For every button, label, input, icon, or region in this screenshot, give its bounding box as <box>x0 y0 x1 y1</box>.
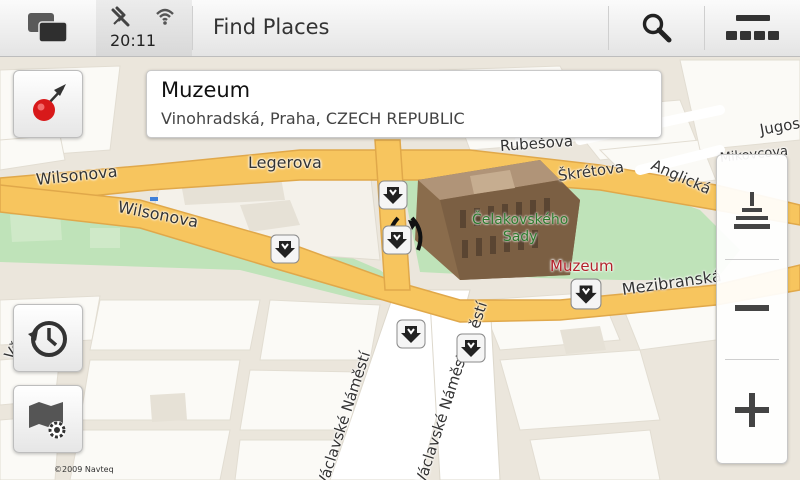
zoom-out-button[interactable] <box>717 263 787 353</box>
minus-icon <box>735 305 769 311</box>
map-settings-button[interactable] <box>13 385 83 453</box>
divider <box>725 259 779 260</box>
divider <box>704 6 705 50</box>
divider <box>192 6 193 50</box>
museum-label[interactable]: Muzeum <box>550 257 614 275</box>
transit-stop-icon[interactable] <box>456 333 486 363</box>
park-label: Čelakovského Sady <box>472 212 569 245</box>
menu-button[interactable] <box>706 0 800 56</box>
compass-location-icon <box>33 84 66 121</box>
task-switcher-button[interactable] <box>0 0 96 56</box>
history-clock-icon <box>28 321 67 357</box>
page-title[interactable]: Find Places <box>213 15 329 39</box>
menu-icon <box>726 15 779 40</box>
transit-stop-icon[interactable] <box>396 319 426 349</box>
zoom-controls <box>716 154 788 464</box>
search-icon <box>642 13 672 43</box>
transit-stop-icon[interactable] <box>382 225 412 255</box>
street-label: Legerova <box>248 153 322 172</box>
map-copyright: ©2009 Navteq <box>54 465 114 474</box>
map-settings-icon <box>29 402 66 439</box>
transit-stop-icon[interactable] <box>270 234 300 264</box>
search-button[interactable] <box>610 0 704 56</box>
status-time: 20:11 <box>110 31 157 50</box>
transit-stop-icon[interactable] <box>378 180 408 210</box>
place-address: Vinohradská, Praha, CZECH REPUBLIC <box>161 109 465 128</box>
history-button[interactable] <box>13 304 83 372</box>
transit-stop-icon[interactable] <box>570 278 602 310</box>
map-layers-button[interactable] <box>717 167 787 257</box>
divider <box>725 359 779 360</box>
place-title: Muzeum <box>161 78 251 102</box>
zoom-in-button[interactable] <box>717 365 787 455</box>
offline-antenna-icon <box>111 6 130 27</box>
divider <box>608 6 609 50</box>
task-switcher-icon <box>28 13 68 43</box>
compass-button[interactable] <box>13 70 83 138</box>
plus-icon <box>735 393 769 427</box>
layers-icon <box>734 192 770 229</box>
place-info-card[interactable]: Muzeum Vinohradská, Praha, CZECH REPUBLI… <box>146 70 662 138</box>
top-bar: 20:11 Find Places <box>0 0 800 57</box>
status-area[interactable]: 20:11 <box>96 0 192 56</box>
wifi-icon <box>156 8 174 25</box>
